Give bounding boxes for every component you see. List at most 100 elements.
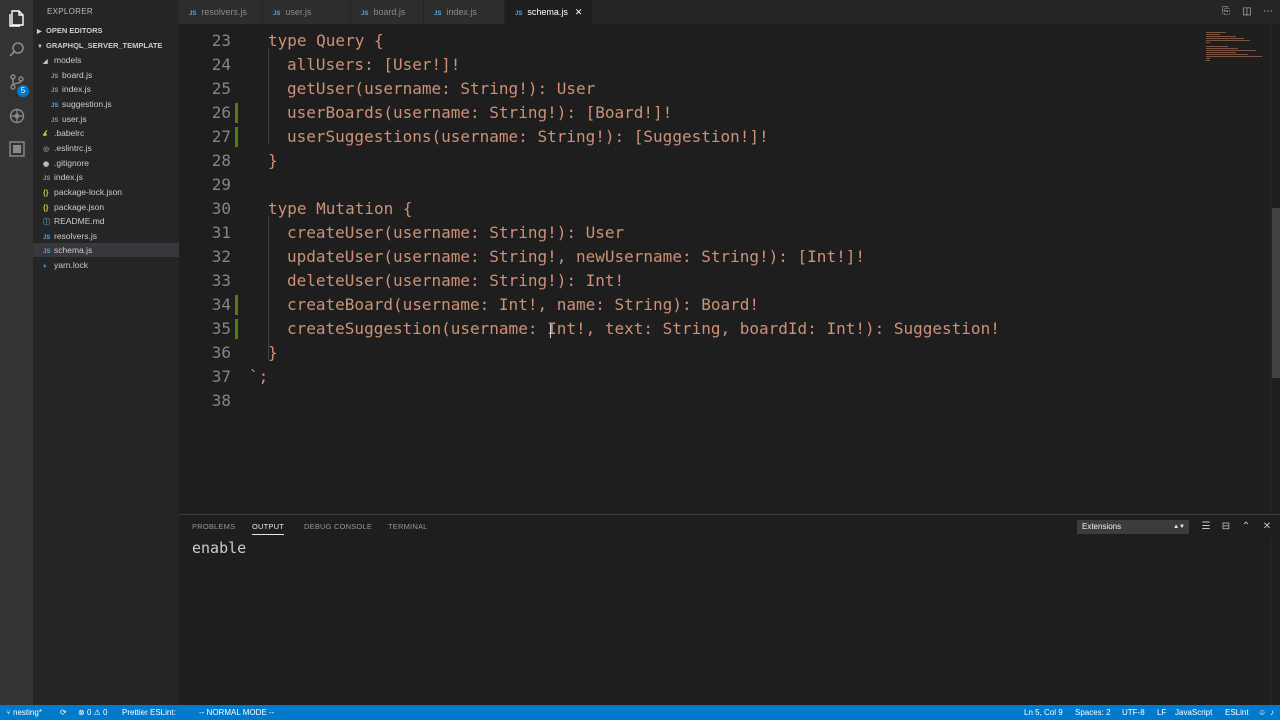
sidebar-item[interactable]: ⓘ README.md bbox=[33, 214, 179, 228]
extensions-icon[interactable] bbox=[6, 138, 28, 160]
panel-tab-terminal[interactable]: TERMINAL bbox=[388, 522, 428, 531]
cursor-position[interactable]: Ln 5, Col 9 bbox=[1024, 705, 1063, 720]
line-number: 28 bbox=[211, 151, 231, 170]
sidebar-item[interactable]: JS board.js bbox=[33, 68, 179, 82]
tab-resolvers-js[interactable]: JS resolvers.js bbox=[179, 0, 263, 24]
sidebar-item[interactable]: ◎ .eslintrc.js bbox=[33, 141, 179, 155]
maximize-panel-icon[interactable]: ⌃ bbox=[1240, 520, 1252, 532]
code-text: } bbox=[268, 343, 278, 362]
sidebar-item[interactable]: ◉ .gitignore bbox=[33, 156, 179, 170]
bottom-panel: PROBLEMS OUTPUT DEBUG CONSOLE TERMINAL Exte… bbox=[179, 514, 1280, 706]
code-line[interactable]: 24 allUsers: [User!]! bbox=[179, 53, 1179, 77]
line-number: 30 bbox=[211, 199, 231, 218]
line-number: 33 bbox=[211, 271, 231, 290]
code-line[interactable]: 30 type Mutation { bbox=[179, 197, 1179, 221]
sidebar-item[interactable]: JS resolvers.js bbox=[33, 229, 179, 243]
sidebar-item[interactable]: ◢ models bbox=[33, 53, 179, 67]
code-line[interactable]: 28} bbox=[179, 149, 1179, 173]
sidebar-item[interactable]: JS index.js bbox=[33, 170, 179, 184]
debug-icon[interactable] bbox=[6, 105, 28, 127]
close-panel-icon[interactable]: ✕ bbox=[1261, 520, 1273, 532]
editor-scrollbar[interactable] bbox=[1270, 24, 1280, 514]
smiley-icon[interactable]: ☺ bbox=[1258, 705, 1266, 720]
open-editors-section[interactable]: ▶ OPEN EDITORS bbox=[37, 26, 103, 35]
split-editor-icon[interactable]: ◫ bbox=[1241, 5, 1253, 17]
linter-status[interactable]: ESLint bbox=[1225, 705, 1249, 720]
code-line[interactable]: 33 deleteUser(username: String!): Int! bbox=[179, 269, 1179, 293]
sidebar-item-label: index.js bbox=[54, 172, 83, 183]
open-changes-icon[interactable]: ⎘ bbox=[1220, 5, 1232, 17]
panel-scrollbar[interactable] bbox=[1270, 537, 1280, 706]
babel-file-icon: 𝓫 bbox=[43, 129, 48, 139]
code-line[interactable]: 23 type Query { bbox=[179, 29, 1179, 53]
code-line[interactable]: 38 bbox=[179, 389, 1179, 413]
sidebar-item[interactable]: JS user.js bbox=[33, 112, 179, 126]
sidebar-item[interactable]: JS suggestion.js bbox=[33, 97, 179, 111]
sidebar-item[interactable]: {} package-lock.json bbox=[33, 185, 179, 199]
code-editor[interactable]: 23 type Query {24 allUsers: [User!]! 25 getU… bbox=[179, 24, 1280, 514]
tab-schema-js[interactable]: JS schema.js ✕ bbox=[505, 0, 593, 24]
code-line[interactable]: 25 getUser(username: String!): User bbox=[179, 77, 1179, 101]
minimap[interactable] bbox=[1206, 32, 1266, 92]
sidebar-item[interactable]: ♦ yarn.lock bbox=[33, 258, 179, 272]
project-label: GRAPHQL_SERVER_TEMPLATE bbox=[46, 41, 163, 50]
output-channel-select[interactable]: Extensions ▲▼ bbox=[1077, 520, 1189, 534]
js-file-icon: JS bbox=[434, 11, 442, 17]
code-line[interactable]: 31 createUser(username: String!): User bbox=[179, 221, 1179, 245]
language-mode[interactable]: JavaScript bbox=[1175, 705, 1212, 720]
problems-status[interactable]: ⊗ 0 ⚠ 0 bbox=[78, 705, 107, 720]
code-line[interactable]: 32 updateUser(username: String!, newUsern… bbox=[179, 245, 1179, 269]
explorer-icon[interactable] bbox=[6, 7, 28, 29]
search-icon[interactable] bbox=[6, 39, 28, 61]
sidebar-title: EXPLORER bbox=[47, 7, 93, 16]
code-text: updateUser(username: String!, newUsernam… bbox=[287, 247, 865, 266]
formatter-status[interactable]: Prettier ESLint: bbox=[122, 705, 176, 720]
sidebar-item-label: yarn.lock bbox=[54, 260, 89, 271]
sync-icon[interactable]: ⟳ bbox=[60, 705, 67, 720]
code-text: userSuggestions(username: String!): [Sug… bbox=[287, 127, 769, 146]
panel-tab-debug-console[interactable]: DEBUG CONSOLE bbox=[304, 522, 372, 531]
tab-label: resolvers.js bbox=[201, 7, 247, 17]
code-line[interactable]: 34 createBoard(username: Int!, name: Stri… bbox=[179, 293, 1179, 317]
indentation-status[interactable]: Spaces: 2 bbox=[1075, 705, 1111, 720]
bell-icon[interactable]: ♪ bbox=[1270, 705, 1274, 720]
line-number: 31 bbox=[211, 223, 231, 242]
code-text: deleteUser(username: String!): Int! bbox=[287, 271, 625, 290]
sidebar-item-label: package-lock.json bbox=[54, 186, 123, 197]
warning-count: 0 bbox=[103, 708, 108, 717]
more-actions-icon[interactable]: ⋯ bbox=[1262, 5, 1274, 17]
scrollbar-thumb[interactable] bbox=[1272, 208, 1280, 378]
code-text: type Query { bbox=[268, 31, 384, 50]
lock-scroll-icon[interactable]: ⊟ bbox=[1220, 520, 1232, 532]
code-line[interactable]: 29 bbox=[179, 173, 1179, 197]
sidebar-item-label: suggestion.js bbox=[62, 98, 112, 109]
encoding-status[interactable]: UTF-8 bbox=[1122, 705, 1145, 720]
tab-user-js[interactable]: JS user.js bbox=[263, 0, 351, 24]
sidebar-item[interactable]: {} package.json bbox=[33, 200, 179, 214]
eol-status[interactable]: LF bbox=[1157, 705, 1166, 720]
sidebar-item[interactable]: JS index.js bbox=[33, 82, 179, 96]
sidebar-item-label: schema.js bbox=[54, 245, 93, 256]
tab-board-js[interactable]: JS board.js bbox=[351, 0, 424, 24]
sidebar-item[interactable]: JS schema.js bbox=[33, 243, 179, 258]
code-line[interactable]: 26 userBoards(username: String!): [Board!… bbox=[179, 101, 1179, 125]
code-line[interactable]: 37 `; bbox=[179, 365, 1179, 389]
tab-label: schema.js bbox=[527, 7, 568, 17]
code-line[interactable]: 36} bbox=[179, 341, 1179, 365]
line-number: 26 bbox=[211, 103, 231, 122]
panel-tab-problems[interactable]: PROBLEMS bbox=[192, 522, 235, 531]
code-text: type Mutation { bbox=[268, 199, 413, 218]
branch-status[interactable]: ⑂ nesting* bbox=[6, 705, 42, 720]
code-line[interactable]: 27 userSuggestions(username: String!): [S… bbox=[179, 125, 1179, 149]
sidebar-item[interactable]: 𝓫 .babelrc bbox=[33, 126, 179, 140]
project-section[interactable]: ▼ GRAPHQL_SERVER_TEMPLATE bbox=[37, 41, 162, 50]
code-line[interactable]: 35 createSuggestion(username: Int!, text:… bbox=[179, 317, 1179, 341]
tab-index-js[interactable]: JS index.js bbox=[424, 0, 505, 24]
code-text: createSuggestion(username: Int!, text: S… bbox=[287, 319, 1000, 338]
close-tab-icon[interactable]: ✕ bbox=[575, 7, 583, 17]
clear-output-icon[interactable]: ☰ bbox=[1200, 520, 1212, 532]
modified-line-marker bbox=[235, 127, 238, 147]
vim-mode: -- NORMAL MODE -- bbox=[199, 708, 275, 717]
panel-tab-output[interactable]: OUTPUT bbox=[252, 522, 285, 535]
yarn-file-icon: ♦ bbox=[43, 263, 47, 271]
